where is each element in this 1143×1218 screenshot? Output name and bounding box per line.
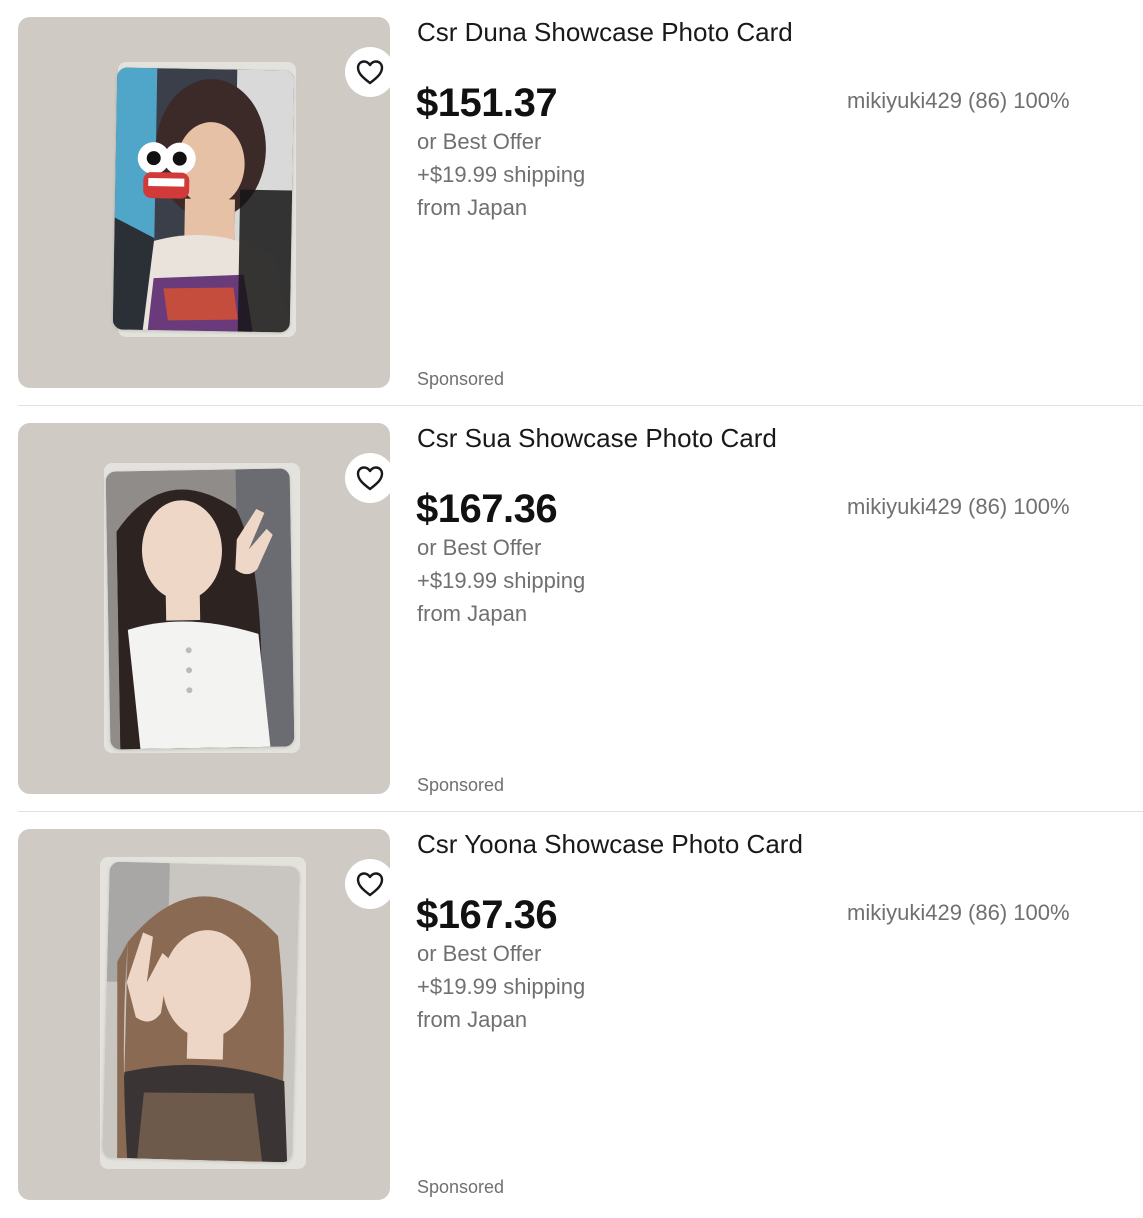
sponsored-label: Sponsored [417, 369, 505, 389]
sponsored-label: Sponsored [417, 1177, 505, 1197]
watch-button[interactable] [345, 453, 390, 503]
photo-card-image [112, 67, 295, 333]
watch-button[interactable] [345, 859, 390, 909]
item-location: from Japan [417, 195, 528, 220]
listing-price: $167.36 [416, 893, 558, 937]
listing-item[interactable]: Csr Sua Showcase Photo Card $167.36 miki… [0, 406, 1143, 812]
heart-icon [356, 60, 384, 85]
sponsored-label: Sponsored [417, 775, 505, 795]
shipping-cost: +$19.99 shipping [417, 974, 586, 999]
watch-button[interactable] [345, 47, 390, 97]
heart-icon [356, 872, 384, 897]
best-offer-label: or Best Offer [417, 129, 542, 154]
seller-info: mikiyuki429 (86) 100% [847, 88, 1070, 113]
listing-title[interactable]: Csr Duna Showcase Photo Card [417, 14, 793, 50]
best-offer-label: or Best Offer [417, 941, 542, 966]
listing-price: $151.37 [416, 81, 558, 125]
item-location: from Japan [417, 601, 528, 626]
listing-title[interactable]: Csr Yoona Showcase Photo Card [417, 826, 803, 862]
listing-title[interactable]: Csr Sua Showcase Photo Card [417, 420, 777, 456]
photo-card-image [105, 468, 295, 750]
listing-image[interactable] [18, 423, 390, 794]
heart-icon [356, 466, 384, 491]
shipping-cost: +$19.99 shipping [417, 568, 586, 593]
listing-item[interactable]: Csr Yoona Showcase Photo Card $167.36 mi… [0, 812, 1143, 1218]
listing-image[interactable] [18, 829, 390, 1200]
listing-price: $167.36 [416, 487, 558, 531]
listing-image[interactable] [18, 17, 390, 388]
best-offer-label: or Best Offer [417, 535, 542, 560]
shipping-cost: +$19.99 shipping [417, 162, 586, 187]
listing-item[interactable]: Csr Duna Showcase Photo Card $151.37 mik… [0, 0, 1143, 406]
item-location: from Japan [417, 1007, 528, 1032]
seller-info: mikiyuki429 (86) 100% [847, 900, 1070, 925]
photo-card-image [102, 861, 300, 1163]
seller-info: mikiyuki429 (86) 100% [847, 494, 1070, 519]
